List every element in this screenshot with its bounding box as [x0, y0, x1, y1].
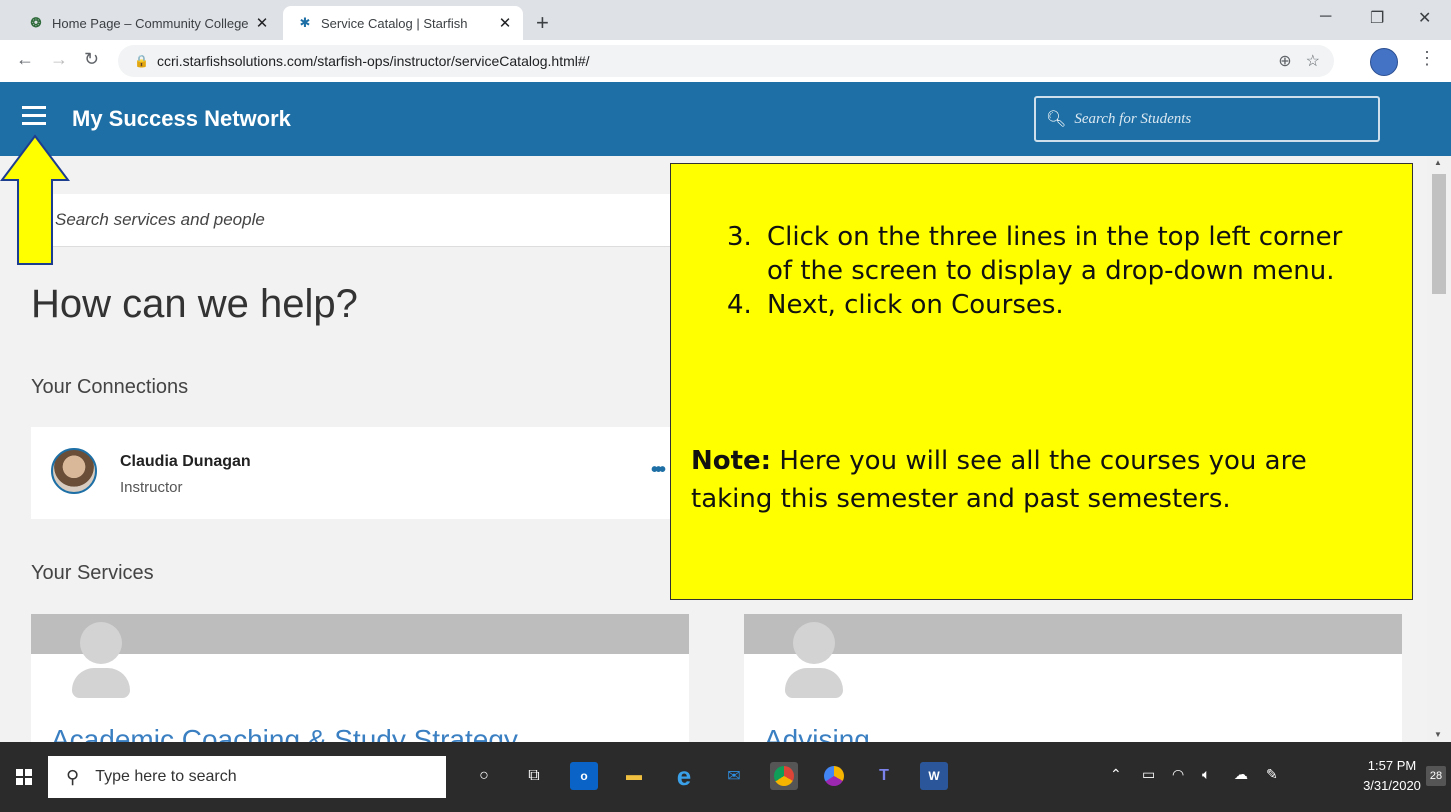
service-title[interactable]: Academic Coaching & Study Strategy: [51, 724, 518, 742]
scroll-up-icon[interactable]: ▲: [1434, 158, 1442, 167]
starfish-icon: ✱: [299, 15, 311, 30]
card-band: [31, 614, 689, 654]
taskbar-search-box[interactable]: ⚲: [48, 756, 446, 798]
profile-avatar[interactable]: [1370, 48, 1398, 76]
browser-tab-strip: ❂ Home Page – Community College ✕ ✱ Serv…: [0, 0, 1451, 40]
volume-icon[interactable]: 🔈︎: [1202, 766, 1210, 783]
chrome-canary-icon[interactable]: [820, 762, 848, 790]
clock-time: 1:57 PM: [1367, 758, 1417, 773]
window-close-icon[interactable]: ✕: [1418, 8, 1431, 28]
step-text: Click on the three lines in the top left…: [767, 222, 1343, 286]
taskbar-search-input[interactable]: [93, 767, 418, 787]
file-explorer-icon[interactable]: ▬: [620, 762, 648, 790]
student-search-box[interactable]: 🔍︎: [1034, 96, 1380, 142]
windows-taskbar: ⚲ ○ ⧉ o ▬ e ✉ T W ⌃ ▭ ◠ 🔈︎ ☁ ✎ 1:57 PM 3…: [0, 742, 1451, 812]
student-search-input[interactable]: [1072, 109, 1357, 129]
note-label: Note:: [691, 446, 772, 476]
avatar: [51, 448, 97, 494]
services-heading: Your Services: [31, 562, 154, 584]
service-search-input[interactable]: [53, 209, 657, 231]
mail-icon[interactable]: ✉: [720, 762, 748, 790]
tab-title: Home Page – Community College: [52, 15, 249, 31]
app-header: My Success Network 🔍︎: [0, 82, 1451, 156]
forward-icon[interactable]: →: [50, 49, 68, 70]
instruction-callout: 3. Click on the three lines in the top l…: [670, 163, 1413, 600]
pen-icon[interactable]: ✎: [1266, 766, 1278, 783]
instruction-step: 3. Click on the three lines in the top l…: [727, 220, 1367, 288]
wifi-icon[interactable]: ◠: [1172, 766, 1184, 783]
page-scrollbar[interactable]: ▲ ▼: [1427, 156, 1451, 742]
person-placeholder-icon: [72, 622, 130, 698]
page-title: How can we help?: [31, 282, 358, 326]
show-hidden-icons-icon[interactable]: ⌃: [1110, 766, 1122, 783]
app-title: My Success Network: [72, 106, 291, 131]
close-icon[interactable]: ✕: [493, 14, 517, 32]
taskbar-clock[interactable]: 1:57 PM 3/31/2020: [1362, 756, 1422, 796]
tab-title: Service Catalog | Starfish: [321, 15, 468, 31]
windows-start-button[interactable]: [0, 742, 48, 812]
clock-date: 3/31/2020: [1363, 778, 1421, 793]
search-icon: ⚲: [66, 766, 80, 787]
back-icon[interactable]: ←: [16, 49, 34, 70]
outlook-icon[interactable]: o: [570, 762, 598, 790]
tab-service-catalog[interactable]: ✱ Service Catalog | Starfish ✕: [283, 6, 523, 40]
service-search-box[interactable]: [31, 194, 681, 247]
address-bar[interactable]: 🔒 ccri.starfishsolutions.com/starfish-op…: [118, 45, 1334, 77]
service-card-advising[interactable]: Advising: [744, 614, 1402, 742]
up-arrow-annotation: [0, 134, 70, 265]
battery-icon[interactable]: ▭: [1142, 766, 1155, 783]
card-band: [744, 614, 1402, 654]
windows-logo-icon: [16, 769, 32, 785]
ccri-logo-icon: ❂: [30, 15, 42, 30]
more-menu-icon[interactable]: ⋮: [1418, 48, 1436, 69]
cortana-icon[interactable]: ○: [470, 762, 498, 790]
reload-icon[interactable]: ↻: [84, 49, 99, 70]
bookmark-star-icon[interactable]: ☆: [1306, 51, 1320, 71]
url-text: ccri.starfishsolutions.com/starfish-ops/…: [156, 53, 590, 69]
lock-icon: 🔒: [134, 54, 149, 68]
word-icon[interactable]: W: [920, 762, 948, 790]
restore-icon[interactable]: ❐: [1370, 8, 1384, 28]
task-view-icon[interactable]: ⧉: [520, 762, 548, 790]
step-text: Next, click on Courses.: [767, 290, 1064, 320]
zoom-icon[interactable]: ⊕: [1278, 51, 1291, 71]
connection-name: Claudia Dunagan: [120, 453, 251, 470]
tab-home-page[interactable]: ❂ Home Page – Community College ✕: [14, 6, 280, 40]
scroll-thumb[interactable]: [1432, 174, 1446, 294]
service-card-academic-coaching[interactable]: Academic Coaching & Study Strategy: [31, 614, 689, 742]
search-icon: 🔍︎: [1046, 111, 1067, 128]
connections-heading: Your Connections: [31, 376, 189, 398]
person-placeholder-icon: [785, 622, 843, 698]
notification-center-badge[interactable]: 28: [1426, 766, 1446, 786]
service-title[interactable]: Advising: [764, 724, 870, 742]
instruction-step: 4. Next, click on Courses.: [727, 288, 1367, 322]
teams-icon[interactable]: T: [870, 762, 898, 790]
more-options-icon[interactable]: •••: [651, 459, 666, 482]
browser-toolbar: ← → ↻ 🔒 ccri.starfishsolutions.com/starf…: [0, 40, 1451, 83]
step-number: 4.: [727, 290, 752, 320]
minimize-icon[interactable]: ─: [1320, 8, 1331, 26]
connection-card[interactable]: Claudia Dunagan Instructor •••: [31, 427, 681, 519]
close-icon[interactable]: ✕: [250, 14, 274, 32]
chrome-icon[interactable]: [770, 762, 798, 790]
instruction-steps: 3. Click on the three lines in the top l…: [727, 220, 1367, 322]
onedrive-icon[interactable]: ☁: [1234, 766, 1248, 783]
scroll-down-icon[interactable]: ▼: [1434, 730, 1442, 739]
callout-note: Note: Here you will see all the courses …: [691, 442, 1391, 518]
new-tab-icon[interactable]: +: [536, 10, 549, 36]
hamburger-menu-icon[interactable]: [22, 106, 46, 126]
note-text: Here you will see all the courses you ar…: [691, 446, 1307, 514]
step-number: 3.: [727, 222, 752, 252]
edge-icon[interactable]: e: [670, 761, 698, 791]
connection-role: Instructor: [120, 479, 183, 496]
